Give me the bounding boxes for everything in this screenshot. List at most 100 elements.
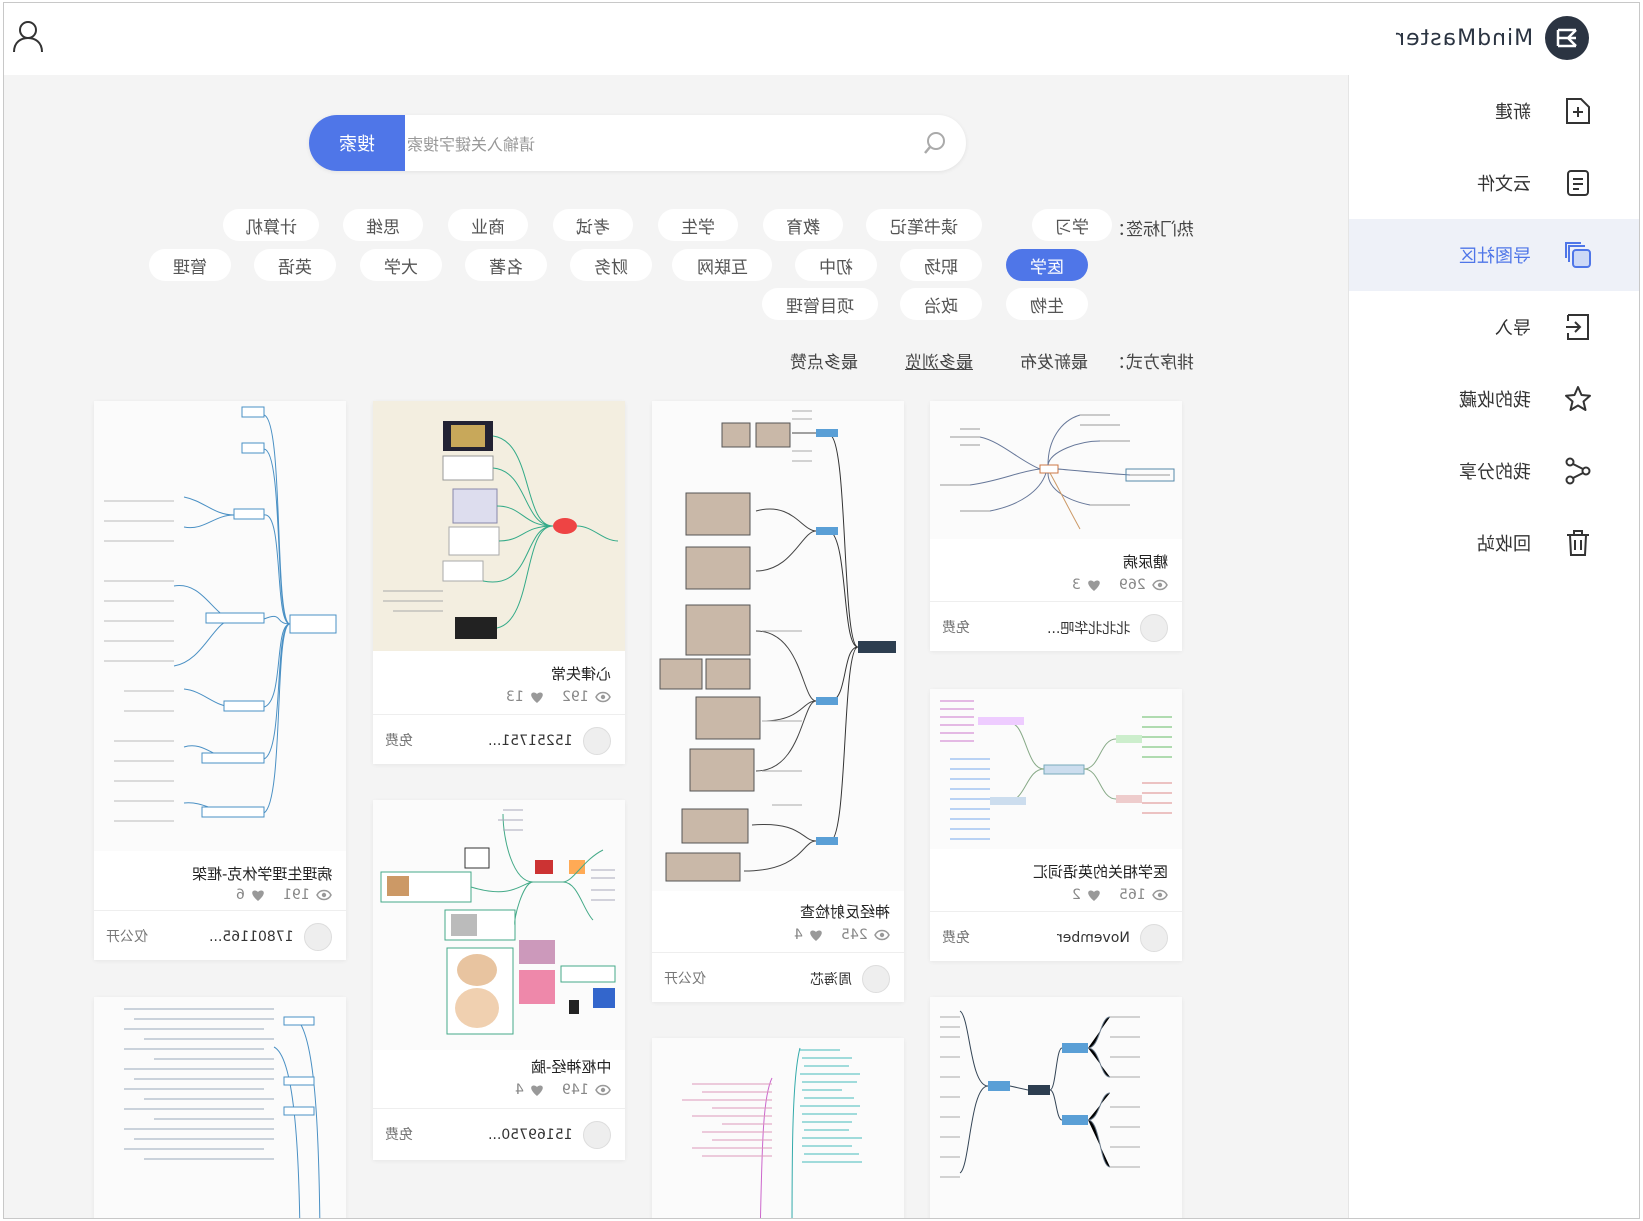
sidebar-item-label: 导图社区 xyxy=(1459,246,1531,267)
tag-biology[interactable]: 生物 xyxy=(1006,288,1088,320)
author[interactable]: 17801165... xyxy=(209,923,332,951)
sidebar-item-shares[interactable]: 我的分享 xyxy=(1349,435,1639,507)
likes-stat: 6 xyxy=(236,887,265,903)
likes-stat: 2 xyxy=(1072,887,1101,903)
tag-classics[interactable]: 名著 xyxy=(465,249,547,281)
views-stat: 245 xyxy=(841,927,890,943)
author[interactable]: November xyxy=(1057,924,1168,952)
user-icon[interactable] xyxy=(10,18,46,54)
new-file-icon xyxy=(1563,96,1593,126)
tag-university[interactable]: 大学 xyxy=(360,249,442,281)
logo-mark-icon xyxy=(1545,16,1589,60)
mindmap-card[interactable]: 糖尿病 3 269 北北北华吧... 免费 xyxy=(930,401,1182,651)
sidebar-item-import[interactable]: 导入 xyxy=(1349,291,1639,363)
sort-newest[interactable]: 最新发布 xyxy=(1020,348,1088,373)
sidebar-item-recycle-bin[interactable]: 回收站 xyxy=(1349,507,1639,579)
search-button[interactable]: 搜索 xyxy=(309,115,405,171)
tag-thinking[interactable]: 思维 xyxy=(343,209,423,241)
sidebar-item-label: 云文件 xyxy=(1477,174,1531,195)
mindmap-thumbnail xyxy=(652,1038,904,1218)
main-content: 搜索 热门标签： 学习 读书笔记 教育 学生 考试 商业 思维 计算机 医学 职… xyxy=(4,75,1348,1218)
tag-politics[interactable]: 政治 xyxy=(900,288,982,320)
search-icon[interactable] xyxy=(922,130,948,156)
tag-education[interactable]: 教育 xyxy=(763,209,843,241)
sidebar-item-label: 回收站 xyxy=(1477,534,1531,555)
tag-study[interactable]: 学习 xyxy=(1032,209,1112,241)
hot-tags-label: 热门标签： xyxy=(1109,220,1194,240)
avatar[interactable] xyxy=(1140,924,1168,952)
mindmap-card[interactable]: 医学相关的英语词汇 2 165 November 免费 xyxy=(930,689,1182,961)
sidebar-item-label: 导入 xyxy=(1495,318,1531,339)
tag-computer[interactable]: 计算机 xyxy=(223,209,319,241)
card-title[interactable]: 医学相关的英语词汇 xyxy=(1033,861,1168,882)
sort-most-viewed[interactable]: 最多浏览 xyxy=(905,348,973,373)
tag-internet[interactable]: 互联网 xyxy=(672,249,772,281)
eye-icon xyxy=(874,929,890,941)
tag-finance[interactable]: 财务 xyxy=(570,249,652,281)
views-stat: 149 xyxy=(562,1082,611,1098)
sidebar-item-new[interactable]: 新建 xyxy=(1349,75,1639,147)
card-stats: 4 245 xyxy=(794,927,890,943)
card-footer: November 免费 xyxy=(930,911,1182,961)
logo[interactable]: MindMaster xyxy=(1395,16,1589,60)
tag-workplace[interactable]: 职场 xyxy=(900,249,982,281)
tag-middle-school[interactable]: 初中 xyxy=(795,249,877,281)
views-stat: 269 xyxy=(1119,577,1168,593)
card-title[interactable]: 病理生理学休克-框架 xyxy=(192,863,332,884)
tag-reading-notes[interactable]: 读书笔记 xyxy=(866,209,982,241)
sidebar-item-label: 我的分享 xyxy=(1459,462,1531,483)
likes-stat: 3 xyxy=(1072,577,1101,593)
avatar[interactable] xyxy=(583,727,611,755)
author[interactable]: 周海芯 xyxy=(810,965,890,993)
sidebar-item-cloud-files[interactable]: 云文件 xyxy=(1349,147,1639,219)
avatar[interactable] xyxy=(1140,614,1168,642)
mindmap-card[interactable] xyxy=(930,997,1182,1218)
card-stats: 4 149 xyxy=(515,1082,611,1098)
heart-icon xyxy=(1088,889,1101,901)
mindmap-thumbnail xyxy=(930,401,1182,539)
mindmap-thumbnail xyxy=(930,997,1182,1218)
avatar[interactable] xyxy=(862,965,890,993)
sidebar-item-favorites[interactable]: 我的收藏 xyxy=(1349,363,1639,435)
author[interactable]: 北北北华吧... xyxy=(1047,614,1168,642)
tag-business[interactable]: 商业 xyxy=(448,209,528,241)
author[interactable]: 15251751... xyxy=(488,727,611,755)
price-label: 免费 xyxy=(942,620,970,636)
price-label: 免费 xyxy=(942,930,970,946)
avatar[interactable] xyxy=(304,923,332,951)
tag-english[interactable]: 英语 xyxy=(254,249,336,281)
heart-icon xyxy=(531,691,544,703)
eye-icon xyxy=(1152,579,1168,591)
tag-management[interactable]: 管理 xyxy=(149,249,231,281)
card-stats: 2 165 xyxy=(1072,887,1168,903)
mindmap-thumbnail xyxy=(94,997,346,1218)
views-stat: 192 xyxy=(562,689,611,705)
mindmap-card[interactable]: 神经反射检查 4 245 周海芯 仅公开 xyxy=(652,401,904,1002)
eye-icon xyxy=(595,691,611,703)
author[interactable]: 15169750... xyxy=(488,1121,611,1149)
sidebar-item-community[interactable]: 导图社区 xyxy=(1349,219,1639,291)
mindmap-card[interactable]: 心律失常 13 192 15251751... 免费 xyxy=(373,401,625,764)
search-input[interactable] xyxy=(405,115,859,173)
card-title[interactable]: 中枢神经-脑 xyxy=(531,1056,611,1077)
sidebar-item-label: 我的收藏 xyxy=(1459,390,1531,411)
card-title[interactable]: 神经反射检查 xyxy=(800,901,890,922)
avatar[interactable] xyxy=(583,1121,611,1149)
tag-exam[interactable]: 考试 xyxy=(553,209,633,241)
heart-icon xyxy=(1088,579,1101,591)
price-label: 仅公开 xyxy=(664,971,706,987)
card-title[interactable]: 心律失常 xyxy=(551,663,611,684)
mindmap-card[interactable]: 病理生理学休克-框架 6 191 17801165... 仅公开 xyxy=(94,401,346,960)
mindmap-card[interactable] xyxy=(652,1038,904,1218)
likes-stat: 4 xyxy=(794,927,823,943)
logo-text: MindMaster xyxy=(1394,25,1533,51)
tag-student[interactable]: 学生 xyxy=(658,209,738,241)
mindmap-card[interactable] xyxy=(94,997,346,1218)
trash-icon xyxy=(1563,528,1593,558)
sort-most-liked[interactable]: 最多点赞 xyxy=(790,348,858,373)
card-title[interactable]: 糖尿病 xyxy=(1123,551,1168,572)
tag-medicine[interactable]: 医学 xyxy=(1006,249,1088,281)
share-icon xyxy=(1563,456,1593,486)
mindmap-card[interactable]: 中枢神经-脑 4 149 15169750... 免费 xyxy=(373,800,625,1160)
tag-project-management[interactable]: 项目管理 xyxy=(762,288,878,320)
